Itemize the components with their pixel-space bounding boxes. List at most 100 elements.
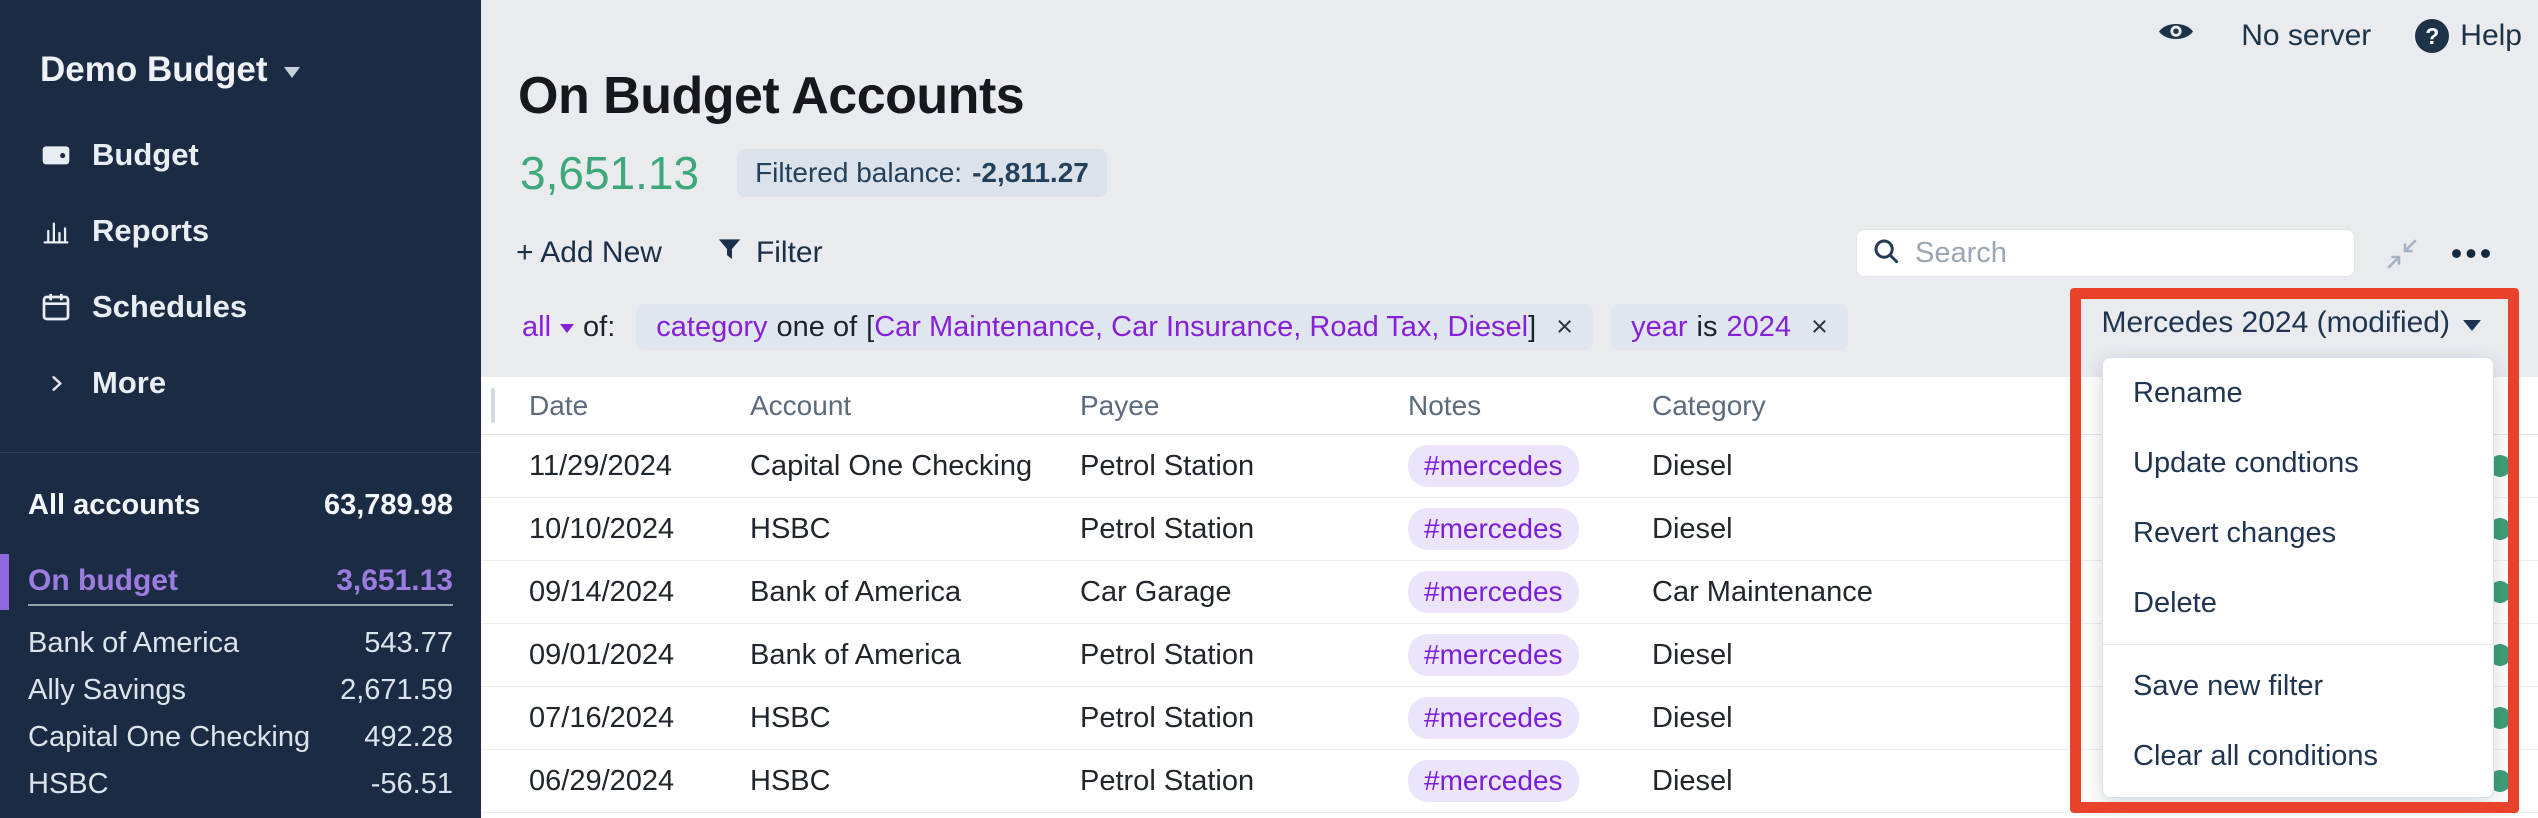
condition-field: year [1631,311,1687,344]
cell-date: 09/01/2024 [529,639,750,672]
sidebar-item-label: Budget [92,137,199,173]
cell-payee: Petrol Station [1080,450,1408,483]
cell-account: HSBC [750,702,1080,735]
account-balance: -56.51 [371,768,453,801]
condition-field: category [656,311,767,344]
sidebar-divider [0,452,481,453]
column-header-date: Date [529,390,750,422]
filtered-balance-label: Filtered balance: [755,157,962,189]
cell-payee: Petrol Station [1080,513,1408,546]
search-box [1856,229,2355,277]
cell-account: Bank of America [750,576,1080,609]
note-tag[interactable]: #mercedes [1408,697,1579,739]
chevron-down-icon [2463,320,2481,331]
total-balance: 3,651.13 [520,146,699,200]
question-mark-icon: ? [2415,19,2449,53]
chevron-down-icon [284,67,300,78]
cell-notes: #mercedes [1408,760,1652,802]
menu-item-update-condtions[interactable]: Update condtions [2103,428,2493,498]
select-all-checkbox[interactable] [491,388,495,423]
cell-account: HSBC [750,765,1080,798]
collapse-arrows-icon [2385,259,2419,274]
chevron-right-icon [38,372,74,395]
filter-condition-pill[interactable]: yearis2024× [1611,304,1848,350]
filter-condition-pill[interactable]: categoryone of[Car Maintenance, Car Insu… [636,304,1593,350]
cell-notes: #mercedes [1408,697,1652,739]
sidebar-item-budget[interactable]: Budget [0,117,481,193]
sidebar-item-all-accounts[interactable]: All accounts 63,789.98 [28,487,453,523]
note-tag[interactable]: #mercedes [1408,508,1579,550]
on-budget-label: On budget [28,564,178,598]
add-new-button[interactable]: + Add New [516,236,662,270]
add-new-label: + Add New [516,236,662,270]
bar-chart-icon [38,215,74,247]
cell-date: 07/16/2024 [529,702,750,735]
cell-account: HSBC [750,513,1080,546]
cell-notes: #mercedes [1408,571,1652,613]
filter-combine-select[interactable]: all [522,311,574,344]
toolbar: + Add New Filter [516,229,823,277]
sidebar-item-on-budget[interactable]: On budget 3,651.13 [28,558,453,606]
account-name: HSBC [28,768,109,801]
menu-item-rename[interactable]: Rename [2103,358,2493,428]
sidebar-account-ally-savings[interactable]: Ally Savings2,671.59 [28,667,453,714]
note-tag[interactable]: #mercedes [1408,760,1579,802]
sidebar-account-hsbc[interactable]: HSBC -56.51 [28,761,453,808]
menu-item-save-new-filter[interactable]: Save new filter [2103,651,2493,721]
server-status[interactable]: No server [2241,19,2371,53]
column-header-account: Account [750,390,1080,422]
sidebar-item-schedules[interactable]: Schedules [0,269,481,345]
saved-filter-name: Mercedes 2024 (modified) [2101,306,2450,340]
remove-condition-button[interactable]: × [1811,311,1828,344]
cell-account: Capital One Checking [750,450,1080,483]
cell-date: 09/14/2024 [529,576,750,609]
sidebar-nav: Budget Reports Schedules More [0,117,481,421]
sidebar-account-bank-of-america[interactable]: Bank of America543.77 [28,620,453,667]
privacy-toggle-button[interactable] [2157,18,2195,54]
cell-payee: Car Garage [1080,576,1408,609]
column-header-notes: Notes [1408,390,1652,422]
eye-icon [2157,18,2195,54]
wallet-icon [38,139,74,171]
account-balance: 543.77 [364,627,453,660]
more-options-button[interactable] [2451,247,2491,262]
sidebar-item-more[interactable]: More [0,345,481,421]
budget-name: Demo Budget [40,50,268,90]
filtered-balance-badge: Filtered balance: -2,811.27 [737,149,1107,197]
help-button[interactable]: ? Help [2415,19,2522,53]
funnel-icon [716,236,743,271]
note-tag[interactable]: #mercedes [1408,445,1579,487]
sidebar-account-list: Bank of America543.77Ally Savings2,671.5… [28,620,453,808]
sidebar-item-label: More [92,365,166,401]
all-accounts-label: All accounts [28,489,200,522]
help-label: Help [2460,19,2522,53]
menu-item-revert-changes[interactable]: Revert changes [2103,498,2493,568]
topbar: No server ? Help [2157,14,2522,58]
account-balance: 492.28 [364,721,453,754]
menu-item-clear-all-conditions[interactable]: Clear all conditions [2103,721,2493,791]
sidebar-item-label: Schedules [92,289,247,325]
account-balance: 2,671.59 [340,674,453,707]
menu-item-delete[interactable]: Delete [2103,568,2493,638]
saved-filter-dropdown[interactable]: Mercedes 2024 (modified) [2101,306,2481,340]
condition-pill-list: categoryone of[Car Maintenance, Car Insu… [636,304,1848,350]
note-tag[interactable]: #mercedes [1408,634,1579,676]
sidebar-item-label: Reports [92,213,209,249]
search-input[interactable] [1913,236,2340,271]
sidebar-item-reports[interactable]: Reports [0,193,481,269]
cell-date: 10/10/2024 [529,513,750,546]
collapse-button[interactable] [2385,237,2419,274]
search-icon [1871,236,1901,271]
sidebar-account-capital-one-checking[interactable]: Capital One Checking 492.28 [28,714,453,761]
account-name: Capital One Checking [28,721,310,754]
condition-value: 2024 [1726,311,1791,344]
budget-switcher[interactable]: Demo Budget [40,50,300,90]
remove-condition-button[interactable]: × [1556,311,1573,344]
condition-value: Car Maintenance, Car Insurance, Road Tax… [874,311,1528,344]
note-tag[interactable]: #mercedes [1408,571,1579,613]
app-window: Demo Budget Budget Reports Schedules More A… [0,0,2538,818]
filter-conditions-bar: all of: categoryone of[Car Maintenance, … [522,304,1848,350]
filter-button[interactable]: Filter [716,236,823,271]
selected-indicator [0,554,9,610]
filter-label: Filter [756,236,823,270]
